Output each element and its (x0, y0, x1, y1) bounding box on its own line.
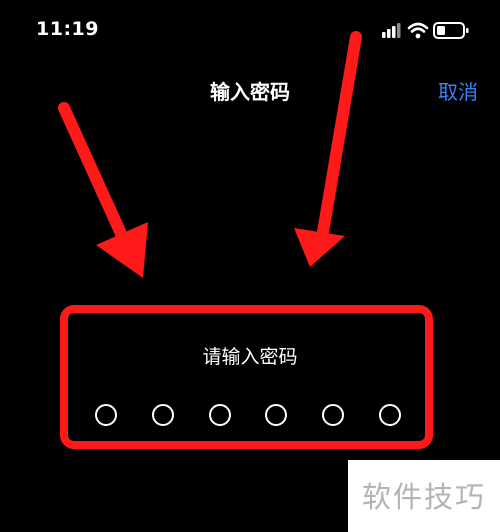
passcode-dot (208, 404, 231, 426)
passcode-dot (151, 404, 174, 426)
annotation-arrows (58, 31, 362, 278)
passcode-dot (95, 404, 117, 426)
passcode-dot (265, 404, 288, 426)
passcode-dot (378, 404, 401, 426)
passcode-prompt: 请输入密码 (202, 346, 298, 368)
passcode-dot (322, 404, 345, 426)
passcode-screen: 11:19 输入密码 取消 请输入密码 软件技巧 (0, 0, 500, 532)
annotation-arrow-left (58, 102, 148, 278)
annotation-arrow-right (294, 31, 362, 267)
passcode-dots[interactable] (95, 404, 401, 428)
watermark-text: 软件技巧 (361, 480, 486, 514)
